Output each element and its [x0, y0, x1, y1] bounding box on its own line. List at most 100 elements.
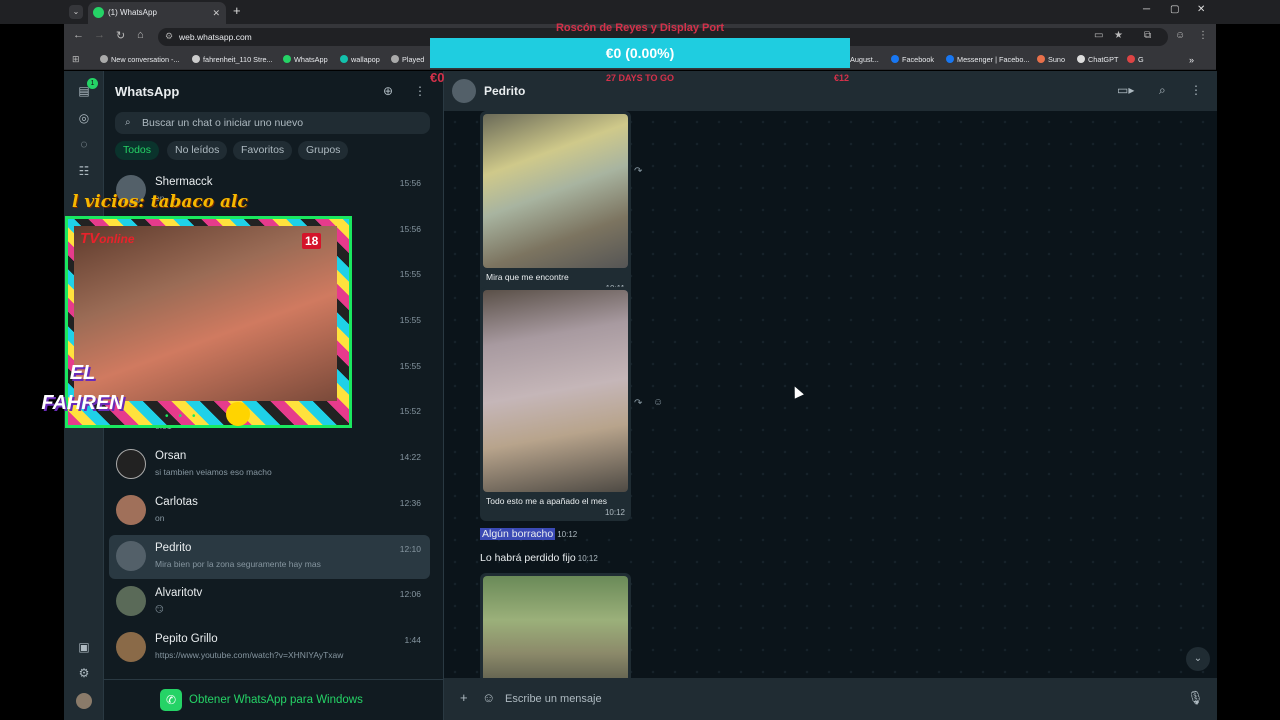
message-input[interactable] — [505, 690, 1105, 708]
chat-item-selected[interactable]: Pedrito Mira bien por la zona segurament… — [109, 535, 430, 579]
bookmark-item[interactable]: New conversation -... — [100, 55, 180, 64]
bookmark-item[interactable]: G — [1127, 55, 1144, 64]
chat-time: 15:55 — [399, 315, 421, 325]
chat-time: 1:44 — [404, 635, 421, 645]
banknote-photo[interactable] — [483, 290, 628, 492]
text-message[interactable]: Lo habrá perdido fijo 10:12 — [480, 552, 598, 564]
webcam-overlay: l vicios: tabaco alc TVonline 18 ••• EL … — [30, 192, 355, 442]
url-text: web.whatsapp.com — [179, 32, 252, 42]
filter-grupos[interactable]: Grupos — [298, 141, 349, 160]
image-message[interactable]: Todo esto me a apañado el mes 10:12 — [480, 287, 631, 521]
react-emoji-icon[interactable]: ☺ — [653, 397, 663, 408]
conversation-menu-icon[interactable]: ⋮ — [1190, 83, 1202, 97]
message-area: Mira que me encontre 10:11 ↷ Todo esto m… — [444, 111, 1217, 678]
sticker-emoji-icon[interactable]: ☺ — [482, 690, 495, 705]
chat-name: Pepito Grillo — [155, 633, 218, 645]
chat-preview: https://www.youtube.com/watch?v=XHNIYAyT… — [155, 650, 344, 660]
chat-time: 15:56 — [399, 178, 421, 188]
bookmark-item[interactable]: Played — [391, 55, 424, 64]
webcam-title: l vicios: tabaco alc — [72, 192, 248, 212]
filter-no-leidos[interactable]: No leídos — [167, 141, 228, 160]
avatar — [116, 541, 146, 571]
close-window-icon[interactable]: ✕ — [1197, 4, 1205, 15]
chat-item[interactable]: Carlotas on 12:36 — [109, 489, 430, 533]
chat-time: 12:06 — [399, 589, 421, 599]
message-time: 10:12 — [557, 530, 578, 539]
search-icon[interactable]: ⌕ — [1159, 83, 1166, 98]
contact-name: Pedrito — [484, 84, 526, 98]
download-banner-text: Obtener WhatsApp para Windows — [189, 694, 363, 706]
filter-favoritos[interactable]: Favoritos — [233, 141, 293, 160]
list-menu-icon[interactable]: ⋮ — [414, 84, 426, 98]
search-input[interactable] — [142, 115, 422, 131]
bookmark-star-icon[interactable]: ★ — [1114, 30, 1123, 41]
profile-icon[interactable]: ☺ — [1175, 30, 1185, 41]
chat-name: Pedrito — [155, 542, 192, 554]
chat-time: 14:22 — [399, 452, 421, 462]
bookmark-item[interactable]: Messenger | Facebo... — [946, 55, 1029, 64]
communities-icon[interactable]: ☷ — [76, 163, 92, 179]
download-banner[interactable]: ✆ Obtener WhatsApp para Windows — [104, 679, 443, 720]
filter-todos[interactable]: Todos — [115, 141, 160, 160]
attach-plus-icon[interactable]: + — [460, 690, 468, 705]
bookmark-item[interactable]: Facebook — [891, 55, 934, 64]
goal-max-label: €12 — [834, 73, 850, 83]
tab-search-button[interactable]: ⌄ — [69, 5, 83, 19]
whatsapp-favicon-icon — [93, 7, 104, 18]
more-bookmarks-icon[interactable]: » — [1189, 55, 1194, 65]
chat-item[interactable]: Orsan si tambien veiamos eso macho 14:22 — [109, 443, 430, 487]
bookmark-item[interactable]: August... — [850, 55, 879, 64]
settings-gear-icon[interactable]: ⚙ — [76, 665, 92, 681]
install-app-icon[interactable]: ▭ — [1094, 30, 1103, 41]
message-caption: Todo esto me a apañado el mes — [486, 496, 607, 506]
forward-icon[interactable]: ↷ — [634, 166, 642, 177]
reload-icon[interactable]: ↻ — [116, 29, 125, 42]
video-call-icon[interactable]: ▭▸ — [1117, 83, 1134, 97]
bookmark-item[interactable]: wallapop — [340, 55, 380, 64]
new-tab-button[interactable]: + — [233, 3, 241, 18]
new-chat-icon[interactable]: ⊕ — [383, 84, 393, 98]
minimize-icon[interactable]: ─ — [1143, 4, 1150, 15]
bookmark-item[interactable]: WhatsApp — [283, 55, 328, 64]
image-message[interactable]: Mira que me encontre 10:11 — [480, 111, 631, 297]
site-info-icon[interactable]: ⚙ — [165, 31, 173, 42]
whatsapp-logo-icon: ✆ — [160, 689, 182, 711]
chat-time: 15:55 — [399, 361, 421, 371]
message-time: 10:12 — [604, 508, 625, 517]
browser-menu-icon[interactable]: ⋮ — [1198, 30, 1208, 41]
text-message[interactable]: Algún borracho 10:12 — [480, 528, 577, 540]
message-caption: Mira que me encontre — [486, 272, 569, 282]
home-icon[interactable]: ⌂ — [137, 29, 144, 41]
channels-icon[interactable]: ◌ — [76, 136, 92, 152]
dots-decoration: ••• — [165, 411, 206, 422]
back-icon[interactable]: ← — [73, 29, 84, 41]
extensions-icon[interactable]: ⧉ — [1144, 30, 1151, 41]
sticker-photo[interactable] — [483, 576, 628, 678]
profile-avatar[interactable] — [76, 693, 92, 709]
chat-item[interactable]: Alvaritotv 😏 12:06 — [109, 580, 430, 624]
bookmark-item[interactable]: fahrenheit_110 Stre... — [192, 55, 273, 64]
maximize-icon[interactable]: ▢ — [1170, 4, 1179, 15]
scroll-down-icon[interactable]: ⌄ — [1186, 647, 1210, 671]
chat-search[interactable]: ⌕ — [115, 112, 430, 134]
banknote-photo[interactable] — [483, 114, 628, 268]
forward-icon[interactable]: ↷ — [634, 398, 642, 409]
forward-icon[interactable]: → — [94, 29, 105, 41]
goal-progress-text: €0 (0.00%) — [605, 45, 675, 61]
chat-preview: 😏 — [155, 604, 164, 614]
channel-logo: EL FAHREN — [41, 362, 124, 414]
status-icon[interactable]: ◎ — [76, 110, 92, 126]
message-composer: + ☺ 🎙 — [444, 678, 1217, 720]
bookmark-item[interactable]: Suno — [1037, 55, 1065, 64]
chat-item[interactable]: Pepito Grillo https://www.youtube.com/wa… — [109, 626, 430, 670]
bookmark-item[interactable]: ChatGPT — [1077, 55, 1118, 64]
microphone-icon[interactable]: 🎙 — [1187, 690, 1204, 706]
apps-grid-icon[interactable]: ⊞ — [72, 54, 80, 65]
close-tab-icon[interactable]: ✕ — [212, 2, 220, 24]
avatar — [116, 495, 146, 525]
chat-preview: Mira bien por la zona seguramente hay ma… — [155, 559, 321, 569]
search-icon: ⌕ — [125, 117, 131, 128]
media-icon[interactable]: ▣ — [76, 639, 92, 655]
image-message[interactable] — [480, 573, 631, 678]
browser-tab[interactable]: (1) WhatsApp ✕ — [88, 2, 226, 24]
